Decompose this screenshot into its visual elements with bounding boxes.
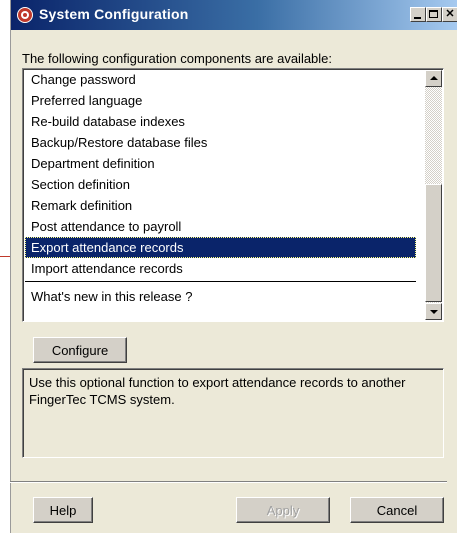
title-bar[interactable]: System Configuration ✕ [11, 0, 457, 30]
minimize-icon[interactable] [410, 7, 426, 22]
divider [10, 481, 447, 483]
list-item-selected[interactable]: Export attendance records [25, 237, 416, 258]
list-item[interactable]: Post attendance to payroll [25, 216, 416, 237]
list-item[interactable]: Backup/Restore database files [25, 132, 416, 153]
intro-label: The following configuration components a… [22, 51, 333, 66]
apply-button[interactable]: Apply [236, 497, 330, 523]
list-item[interactable]: Department definition [25, 153, 416, 174]
list-item[interactable]: Import attendance records [25, 258, 416, 279]
scroll-thumb[interactable] [425, 184, 442, 302]
help-button[interactable]: Help [33, 497, 93, 523]
close-icon[interactable]: ✕ [442, 7, 457, 22]
window-title: System Configuration [39, 6, 189, 22]
description-box: Use this optional function to export att… [22, 368, 444, 458]
components-listbox[interactable]: Change password Preferred language Re-bu… [22, 68, 444, 322]
app-icon [17, 7, 33, 23]
scroll-up-icon[interactable] [425, 70, 442, 87]
list-item[interactable]: Preferred language [25, 90, 416, 111]
cancel-button[interactable]: Cancel [350, 497, 444, 523]
list-item[interactable]: Remark definition [25, 195, 416, 216]
scroll-down-icon[interactable] [425, 303, 442, 320]
list-items: Change password Preferred language Re-bu… [25, 69, 416, 310]
configure-button[interactable]: Configure [33, 337, 127, 363]
list-item[interactable]: Re-build database indexes [25, 111, 416, 132]
list-item[interactable]: Change password [25, 69, 416, 90]
maximize-icon[interactable] [426, 7, 442, 22]
list-item[interactable]: What's new in this release ? [25, 284, 416, 310]
vertical-scrollbar[interactable] [425, 70, 442, 320]
list-item[interactable]: Section definition [25, 174, 416, 195]
